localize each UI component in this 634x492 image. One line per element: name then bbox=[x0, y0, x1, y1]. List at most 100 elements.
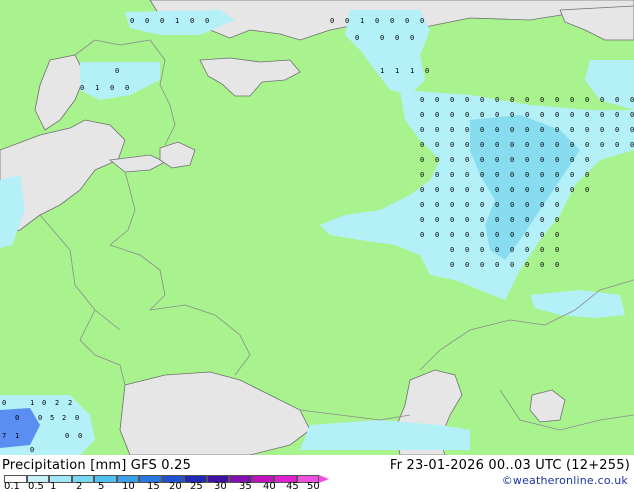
grid-value: 0 bbox=[495, 126, 499, 134]
grid-value: 0 bbox=[600, 96, 604, 104]
grid-value: 0 bbox=[425, 67, 429, 75]
kara-sea bbox=[559, 5, 634, 41]
grid-value: 0 bbox=[435, 201, 439, 209]
grid-value: 0 bbox=[380, 34, 384, 42]
grid-value: 0 bbox=[435, 171, 439, 179]
grid-value: 5 bbox=[50, 414, 54, 422]
grid-value: 0 bbox=[525, 156, 529, 164]
grid-value: 1 bbox=[410, 67, 414, 75]
grid-value: 0 bbox=[495, 261, 499, 269]
grid-value: 0 bbox=[555, 186, 559, 194]
grid-value: 1 bbox=[395, 67, 399, 75]
grid-value: 0 bbox=[510, 141, 514, 149]
grid-value: 0 bbox=[600, 126, 604, 134]
grid-value: 0 bbox=[615, 111, 619, 119]
grid-value: 0 bbox=[585, 186, 589, 194]
scale-tick-label: 5 bbox=[98, 481, 105, 492]
grid-value: 0 bbox=[570, 141, 574, 149]
grid-value: 7 bbox=[2, 432, 6, 440]
scale-tick-label: 15 bbox=[147, 481, 160, 492]
scale-tick-label: 50 bbox=[307, 481, 320, 492]
grid-value: 0 bbox=[585, 96, 589, 104]
grid-value: 0 bbox=[480, 171, 484, 179]
grid-value: 0 bbox=[465, 231, 469, 239]
credit-link[interactable]: ©weatheronline.co.uk bbox=[502, 474, 628, 487]
border-finland-sweden bbox=[74, 39, 96, 56]
grid-value: 0 bbox=[480, 201, 484, 209]
grid-value: 0 bbox=[615, 96, 619, 104]
grid-value: 0 bbox=[420, 17, 424, 25]
grid-value: 0 bbox=[540, 186, 544, 194]
grid-value: 0 bbox=[190, 17, 194, 25]
grid-value: 0 bbox=[465, 246, 469, 254]
grid-value: 0 bbox=[465, 126, 469, 134]
grid-value: 0 bbox=[420, 231, 424, 239]
precipitation-areas bbox=[0, 10, 634, 455]
grid-value: 0 bbox=[435, 111, 439, 119]
grid-value: 1 bbox=[380, 67, 384, 75]
grid-value: 0 bbox=[480, 156, 484, 164]
grid-value: 0 bbox=[540, 156, 544, 164]
scale-tick-label: 10 bbox=[122, 481, 135, 492]
grid-value: 0 bbox=[555, 171, 559, 179]
grid-value: 0 bbox=[80, 84, 84, 92]
grid-value: 0 bbox=[145, 17, 149, 25]
grid-value: 0 bbox=[465, 171, 469, 179]
grid-value: 0 bbox=[585, 156, 589, 164]
grid-value: 0 bbox=[435, 141, 439, 149]
grid-value: 0 bbox=[615, 141, 619, 149]
grid-value: 2 bbox=[62, 414, 66, 422]
grid-value: 0 bbox=[78, 432, 82, 440]
grid-value: 0 bbox=[450, 231, 454, 239]
grid-value: 0 bbox=[420, 171, 424, 179]
grid-value: 0 bbox=[540, 126, 544, 134]
grid-value: 0 bbox=[525, 141, 529, 149]
grid-value: 0 bbox=[450, 171, 454, 179]
grid-value: 0 bbox=[15, 414, 19, 422]
grid-value: 0 bbox=[395, 34, 399, 42]
grid-value: 0 bbox=[435, 216, 439, 224]
grid-value: 0 bbox=[435, 126, 439, 134]
grid-value: 0 bbox=[495, 216, 499, 224]
grid-value: 0 bbox=[555, 246, 559, 254]
scale-tick-label: 0.1 bbox=[4, 481, 20, 492]
grid-value: 0 bbox=[450, 96, 454, 104]
grid-value: 0 bbox=[510, 201, 514, 209]
grid-value: 0 bbox=[555, 261, 559, 269]
grid-value: 0 bbox=[555, 111, 559, 119]
grid-value: 0 bbox=[510, 186, 514, 194]
grid-value: 0 bbox=[510, 246, 514, 254]
grid-value: 0 bbox=[495, 171, 499, 179]
grid-value: 0 bbox=[115, 67, 119, 75]
border-caucasus bbox=[299, 409, 411, 421]
grid-value: 0 bbox=[450, 111, 454, 119]
grid-value: 0 bbox=[570, 156, 574, 164]
grid-value: 0 bbox=[555, 141, 559, 149]
grid-value: 0 bbox=[420, 156, 424, 164]
grid-value: 0 bbox=[540, 231, 544, 239]
grid-value: 0 bbox=[495, 246, 499, 254]
grid-value: 0 bbox=[465, 141, 469, 149]
grid-value: 0 bbox=[510, 126, 514, 134]
grid-value: 0 bbox=[540, 171, 544, 179]
grid-value: 0 bbox=[495, 186, 499, 194]
grid-value: 0 bbox=[525, 201, 529, 209]
border-norway-finland bbox=[94, 39, 151, 46]
grid-value: 0 bbox=[525, 96, 529, 104]
grid-value: 0 bbox=[450, 186, 454, 194]
grid-value: 0 bbox=[480, 126, 484, 134]
precip-north bbox=[345, 10, 430, 95]
grid-value: 0 bbox=[480, 246, 484, 254]
grid-value: 0 bbox=[450, 261, 454, 269]
scale-tick-label: 25 bbox=[190, 481, 203, 492]
grid-value: 0 bbox=[480, 231, 484, 239]
grid-value: 0 bbox=[435, 186, 439, 194]
grid-value: 0 bbox=[525, 231, 529, 239]
grid-value: 0 bbox=[525, 171, 529, 179]
grid-value: 0 bbox=[570, 111, 574, 119]
grid-value: 0 bbox=[510, 261, 514, 269]
grid-value: 0 bbox=[42, 399, 46, 407]
grid-value: 0 bbox=[495, 156, 499, 164]
grid-value: 0 bbox=[555, 156, 559, 164]
grid-value: 0 bbox=[600, 141, 604, 149]
